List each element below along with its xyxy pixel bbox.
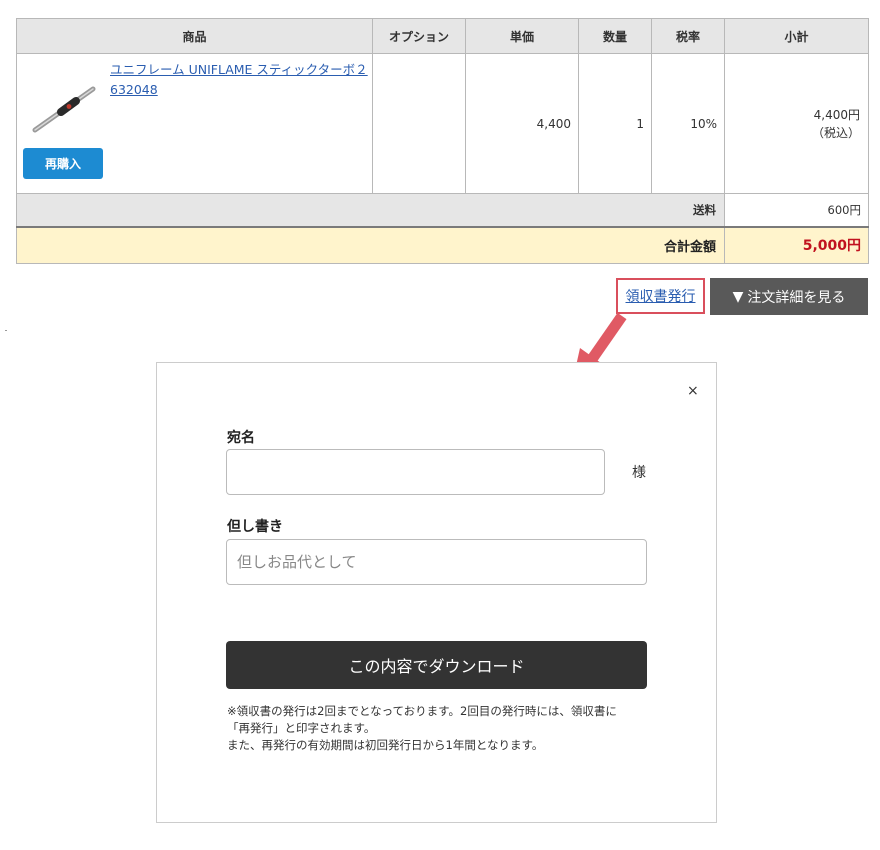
recipient-label: 宛名: [227, 430, 255, 446]
download-button[interactable]: この内容でダウンロード: [226, 641, 647, 689]
table-header-row: 商品 オプション 単価 数量 税率 小計: [16, 18, 869, 54]
header-product: 商品: [16, 18, 373, 54]
notice-line: また、再発行の有効期間は初回発行日から1年間となります。: [227, 738, 544, 752]
receipt-issue-link[interactable]: 領収書発行: [626, 286, 696, 306]
notice-line: 「再発行」と印字されます。: [227, 721, 376, 735]
note-input[interactable]: [226, 539, 647, 585]
stick-turbo-product-icon[interactable]: [31, 80, 97, 136]
total-row: 合計金額 5,000円: [16, 225, 869, 264]
product-cell: ユニフレーム UNIFLAME スティックターボ２632048 再購入: [16, 53, 373, 194]
tax-rate-cell: 10%: [651, 53, 725, 194]
header-option: オプション: [372, 18, 466, 54]
receipt-modal: × 宛名 様 但し書き この内容でダウンロード ※領収書の発行は2回までとなって…: [156, 362, 717, 823]
receipt-highlight-box: 領収書発行: [616, 278, 705, 314]
subtotal-value: 4,400円: [813, 107, 860, 122]
total-value: 5,000円: [724, 225, 869, 264]
header-unit-price: 単価: [465, 18, 579, 54]
shipping-row: 送料 600円: [16, 193, 869, 227]
close-icon[interactable]: ×: [687, 383, 699, 399]
quantity-cell: 1: [578, 53, 652, 194]
shipping-label: 送料: [16, 193, 725, 227]
divider-dot: [5, 330, 7, 331]
total-label: 合計金額: [16, 225, 725, 264]
header-quantity: 数量: [578, 18, 652, 54]
shipping-value: 600円: [724, 193, 869, 227]
order-items-table: 商品 オプション 単価 数量 税率 小計 ユニフレーム UNIFLAME スティ…: [16, 18, 869, 264]
rebuy-button[interactable]: 再購入: [23, 148, 103, 179]
recipient-suffix: 様: [632, 465, 646, 481]
note-label: 但し書き: [227, 519, 283, 535]
product-name-link[interactable]: ユニフレーム UNIFLAME スティックターボ２632048: [110, 60, 368, 100]
order-detail-label: 注文詳細を見る: [747, 289, 846, 306]
triangle-down-icon: ▼: [732, 288, 744, 305]
header-tax-rate: 税率: [651, 18, 725, 54]
option-cell: [372, 53, 466, 194]
subtotal-tax-note: （税込）: [811, 125, 860, 140]
order-detail-button[interactable]: ▼ 注文詳細を見る: [710, 278, 868, 315]
unit-price-cell: 4,400: [465, 53, 579, 194]
receipt-notice: ※領収書の発行は2回までとなっております。2回目の発行時には、領収書に 「再発行…: [227, 703, 657, 754]
table-row: ユニフレーム UNIFLAME スティックターボ２632048 再購入 4,40…: [16, 53, 869, 194]
notice-line: ※領収書の発行は2回までとなっております。2回目の発行時には、領収書に: [227, 704, 617, 718]
recipient-input[interactable]: [226, 449, 605, 495]
header-subtotal: 小計: [724, 18, 869, 54]
subtotal-cell: 4,400円 （税込）: [724, 53, 869, 194]
